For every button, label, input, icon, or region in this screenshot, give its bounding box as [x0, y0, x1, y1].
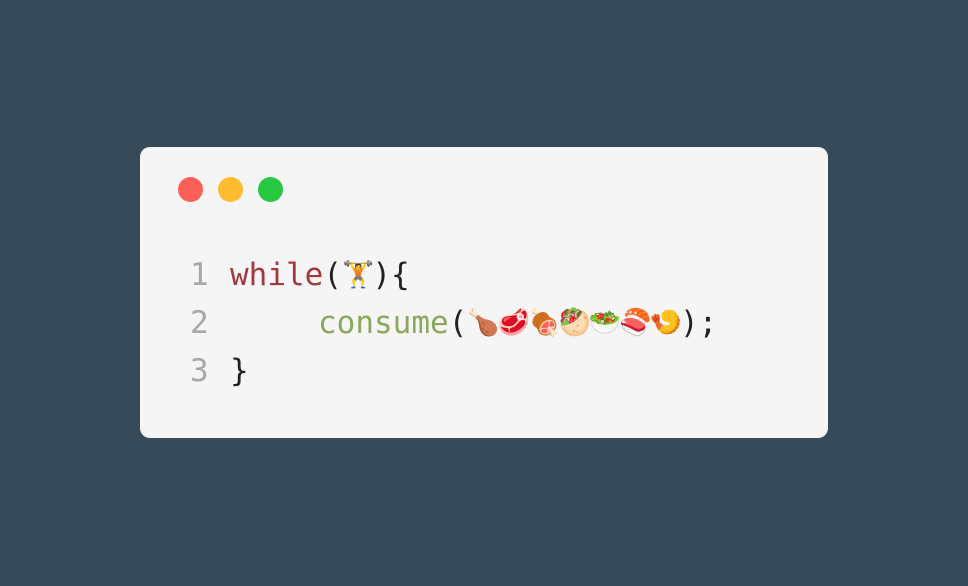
line-number: 2	[190, 305, 209, 341]
close-button[interactable]	[178, 177, 203, 202]
code-line-2: 2 consume ( 🍗🥩🍖🥙🥗🍣🍤 );	[190, 299, 717, 347]
close-paren-semicolon: );	[679, 305, 718, 341]
close-paren-brace: ){	[372, 257, 410, 293]
maximize-button[interactable]	[258, 177, 283, 202]
code-block: 1 while ( 🏋️ ){ 2 consume ( 🍗🥩🍖🥙🥗🍣🍤 ); 3…	[190, 251, 717, 395]
line-number: 1	[190, 257, 209, 293]
window-controls	[178, 177, 283, 202]
food-emoji-icons: 🍗🥩🍖🥙🥗🍣🍤	[467, 308, 682, 338]
code-line-3: 3 }	[190, 347, 717, 395]
keyword-while: while	[230, 257, 324, 293]
code-window: 1 while ( 🏋️ ){ 2 consume ( 🍗🥩🍖🥙🥗🍣🍤 ); 3…	[140, 147, 828, 438]
open-paren: (	[448, 305, 468, 341]
code-line-1: 1 while ( 🏋️ ){	[190, 251, 717, 299]
minimize-button[interactable]	[218, 177, 243, 202]
closing-brace: }	[230, 353, 249, 389]
line-number: 3	[190, 353, 209, 389]
weightlifter-emoji-icon: 🏋️	[342, 260, 374, 290]
function-consume: consume	[318, 305, 449, 341]
open-paren: (	[323, 257, 342, 293]
